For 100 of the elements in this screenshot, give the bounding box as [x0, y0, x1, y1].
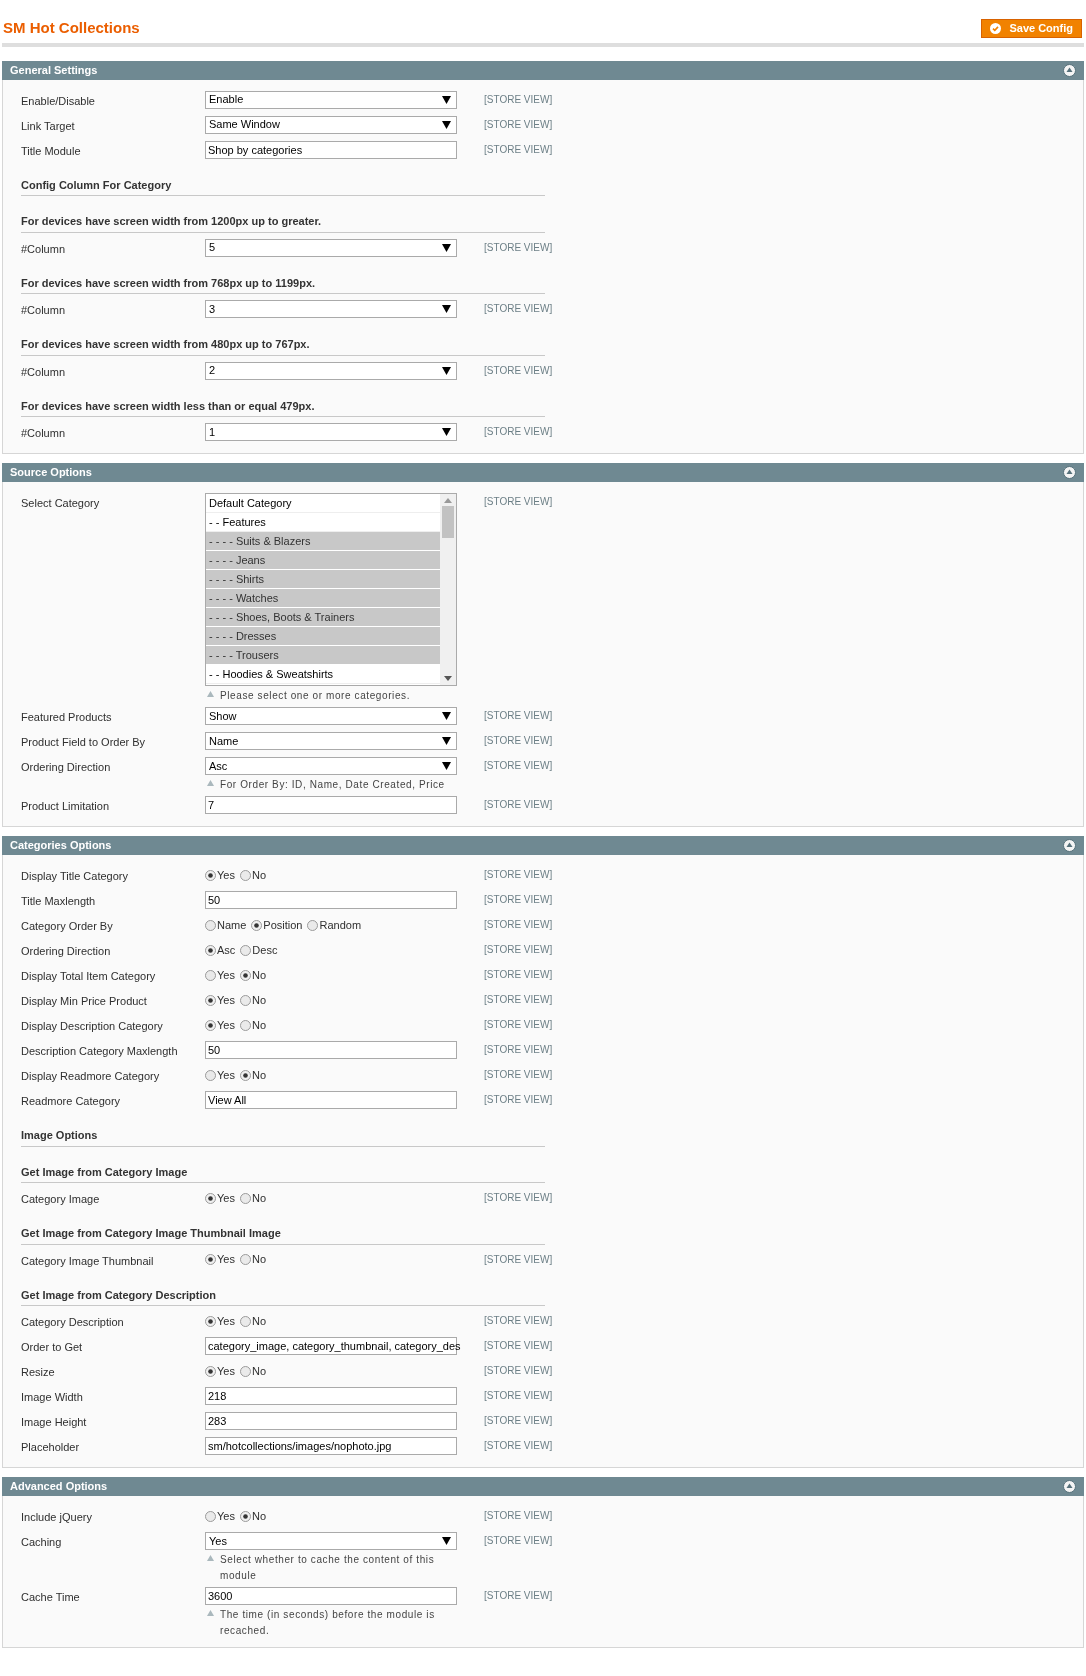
collapse-icon	[1063, 466, 1076, 479]
list-option[interactable]: - - - - Suits & Blazers	[206, 532, 440, 551]
radio-option[interactable]: No	[239, 1189, 266, 1207]
select-field[interactable]: 2	[205, 361, 457, 380]
text-field[interactable]: 50	[205, 1041, 457, 1059]
field-label: Placeholder	[21, 1440, 81, 1455]
select-field[interactable]: Same Window	[205, 115, 457, 134]
radio-option[interactable]: No	[239, 991, 266, 1009]
scrollbar[interactable]	[440, 494, 456, 685]
section-title: Advanced Options	[10, 1479, 108, 1495]
list-option[interactable]: - - - - Watches	[206, 589, 440, 608]
radio-option[interactable]: Yes	[205, 1507, 235, 1525]
radio-option[interactable]: Position	[251, 916, 303, 934]
group-heading: Config Column For Category	[21, 162, 545, 196]
section-header[interactable]: Categories Options	[2, 836, 1084, 855]
text-field[interactable]: 50	[205, 891, 457, 909]
field-label: Select Category	[21, 496, 101, 511]
hint-icon	[207, 691, 214, 697]
field-label: Description Category Maxlength	[21, 1044, 179, 1059]
list-option[interactable]: - - - - Shoes, Boots & Trainers	[206, 608, 440, 627]
text-field[interactable]: 7	[205, 796, 457, 814]
caret-icon	[442, 305, 451, 313]
scope-label: [STORE VIEW]	[483, 918, 553, 932]
scope-label: [STORE VIEW]	[483, 142, 553, 157]
scope-label: [STORE VIEW]	[483, 92, 553, 107]
field-label: Include jQuery	[21, 1510, 93, 1525]
text-field[interactable]: 3600	[205, 1587, 457, 1605]
radio-option[interactable]: No	[239, 966, 266, 984]
scope-label: [STORE VIEW]	[483, 240, 553, 255]
field-label: Ordering Direction	[21, 760, 112, 775]
caret-icon	[442, 243, 451, 252]
radio-option[interactable]: Yes	[205, 1251, 235, 1268]
radio-option[interactable]: Yes	[205, 1312, 235, 1330]
radio-option[interactable]: Random	[307, 916, 362, 934]
radio-option[interactable]: No	[239, 1507, 266, 1525]
text-field[interactable]: 283	[205, 1412, 457, 1430]
select-field[interactable]: 1	[205, 423, 457, 441]
select-field[interactable]: Enable	[205, 90, 457, 109]
scope-label: [STORE VIEW]	[483, 943, 553, 957]
caret-icon	[442, 120, 451, 129]
list-option[interactable]: - - - - Dresses	[206, 627, 440, 646]
radio-option[interactable]: Yes	[205, 966, 235, 984]
radio-option[interactable]: Name	[205, 916, 247, 934]
list-option[interactable]: - - - - Jeans	[206, 551, 440, 570]
section-header[interactable]: Source Options	[2, 463, 1084, 482]
collapse-icon	[1063, 63, 1076, 77]
group-heading: Get Image from Category Image Thumbnail Image	[21, 1211, 545, 1245]
section-header[interactable]: Advanced Options	[2, 1477, 1084, 1496]
select-field[interactable]: Show	[205, 707, 457, 725]
field-label: Order to Get	[21, 1340, 84, 1355]
caret-icon	[442, 737, 451, 745]
check-icon	[990, 22, 1002, 34]
select-field[interactable]: Asc	[205, 757, 457, 775]
field-label: Ordering Direction	[21, 944, 112, 959]
radio-option[interactable]: Yes	[205, 991, 235, 1009]
scope-label: [STORE VIEW]	[483, 759, 553, 773]
radio-option[interactable]: Desc	[240, 941, 278, 959]
caret-icon	[442, 712, 451, 720]
select-field[interactable]: Yes	[205, 1532, 457, 1550]
select-field[interactable]: 3	[205, 300, 457, 318]
section-title: Categories Options	[10, 838, 112, 854]
section-title: Source Options	[10, 465, 92, 481]
caret-icon	[442, 1537, 451, 1545]
radio-option[interactable]: Yes	[205, 866, 235, 884]
radio-option[interactable]: No	[239, 1362, 266, 1380]
radio-option[interactable]: No	[239, 1312, 266, 1330]
group-heading: Get Image from Category Description	[21, 1272, 545, 1306]
select-field[interactable]: 5	[205, 238, 457, 257]
section-header[interactable]: General Settings	[2, 60, 1084, 80]
select-field[interactable]: Name	[205, 732, 457, 750]
radio-option[interactable]: Yes	[205, 1189, 235, 1207]
radio-option[interactable]: No	[239, 1016, 266, 1034]
collapse-icon	[1063, 1480, 1076, 1493]
radio-option[interactable]: No	[239, 866, 266, 884]
radio-option[interactable]: No	[239, 1251, 266, 1268]
radio-option[interactable]: Yes	[205, 1016, 235, 1034]
field-label: Category Order By	[21, 919, 114, 934]
radio-option[interactable]: Asc	[205, 941, 236, 959]
hint-icon	[207, 1610, 214, 1616]
scope-label: [STORE VIEW]	[483, 1364, 553, 1378]
field-label: Category Description	[21, 1315, 125, 1330]
text-field[interactable]: View All	[205, 1091, 457, 1109]
list-option[interactable]: - - - - Trousers	[206, 646, 440, 665]
scroll-down-icon	[444, 676, 452, 681]
scope-label: [STORE VIEW]	[483, 1589, 553, 1603]
scope-label: [STORE VIEW]	[483, 1068, 553, 1082]
scope-label: [STORE VIEW]	[483, 968, 553, 982]
text-field[interactable]: Shop by categories	[205, 140, 457, 159]
scroll-thumb[interactable]	[442, 506, 454, 538]
scope-label: [STORE VIEW]	[483, 1509, 553, 1523]
radio-option[interactable]: Yes	[205, 1362, 235, 1380]
radio-option[interactable]: Yes	[205, 1066, 235, 1084]
scope-label: [STORE VIEW]	[483, 993, 553, 1007]
text-field[interactable]: sm/hotcollections/images/nophoto.jpg	[205, 1437, 457, 1455]
radio-option[interactable]: No	[239, 1066, 266, 1084]
category-list[interactable]: Default Category - - Features - - - - Suits & Blazers - - - - Jeans - - - - Shirts - - - - Watches - - - - Shoes, Boots & Trainers - - - - Dresses - - - - Trousers - - Hoodies & Sweatshirts	[205, 493, 457, 686]
group-heading: For devices have screen width from 1200px up to greater.	[21, 199, 545, 233]
hint-text: Select whether to cache the content of this module	[220, 1553, 436, 1583]
list-option[interactable]: - - - - Shirts	[206, 570, 440, 589]
text-field[interactable]: 218	[205, 1387, 457, 1405]
